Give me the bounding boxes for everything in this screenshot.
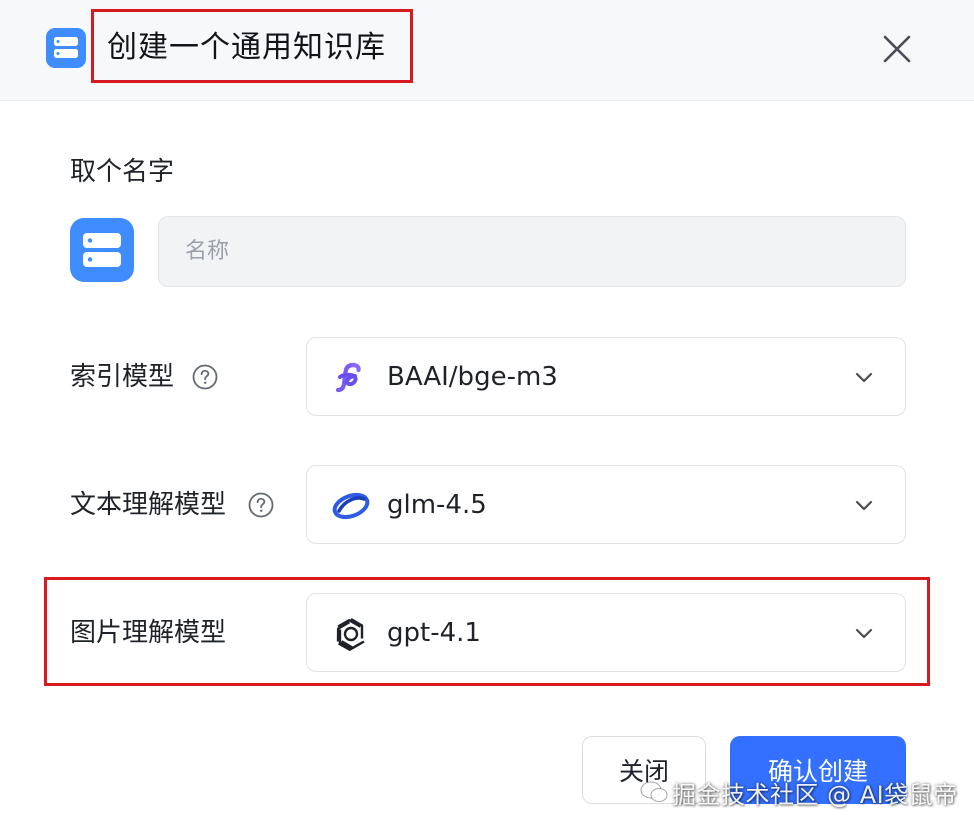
create-knowledge-base-dialog: 创建一个通用知识库 取个名字 索引模型 [0, 0, 974, 828]
index-model-select[interactable]: BAAI/bge-m3 [306, 337, 906, 416]
close-icon[interactable] [876, 28, 918, 70]
openai-logo-icon [331, 614, 371, 654]
close-button[interactable]: 关闭 [582, 736, 706, 804]
image-model-label: 图片理解模型 [70, 618, 227, 648]
help-circle-icon[interactable] [192, 364, 218, 390]
dialog-title: 创建一个通用知识库 [107, 30, 386, 65]
chevron-down-icon [853, 366, 875, 388]
database-icon [46, 28, 86, 68]
chevron-down-icon [853, 622, 875, 644]
database-icon[interactable] [70, 218, 134, 282]
name-input[interactable] [158, 216, 906, 287]
zhipu-logo-icon [331, 486, 371, 526]
help-circle-icon[interactable] [248, 492, 274, 518]
chevron-down-icon [853, 494, 875, 516]
index-model-value: BAAI/bge-m3 [387, 362, 558, 392]
image-model-select[interactable]: gpt-4.1 [306, 593, 906, 672]
text-model-select[interactable]: glm-4.5 [306, 465, 906, 544]
image-model-value: gpt-4.1 [387, 618, 481, 648]
dialog-header: 创建一个通用知识库 [0, 0, 974, 101]
name-section-label: 取个名字 [70, 157, 175, 187]
confirm-create-button[interactable]: 确认创建 [730, 736, 906, 804]
text-model-value: glm-4.5 [387, 490, 487, 520]
bge-logo-icon [331, 358, 371, 398]
index-model-label: 索引模型 [70, 362, 175, 392]
text-model-label: 文本理解模型 [70, 490, 227, 520]
